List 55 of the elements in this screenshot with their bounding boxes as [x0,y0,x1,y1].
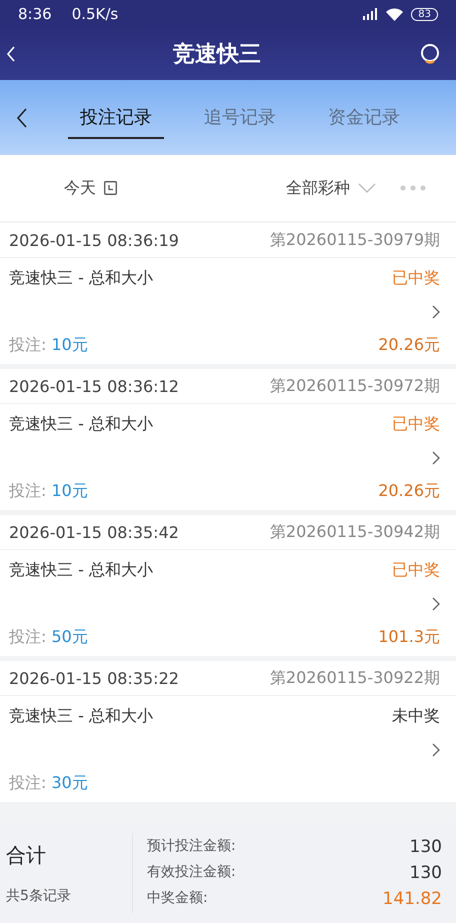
bet-time: 2026-01-15 08:35:42 [9,522,179,542]
signal-icon [362,8,378,20]
bet-label: 投注: [9,335,46,354]
record-card[interactable]: 2026-01-15 08:36:12 第20260115-30972期 竞速快三 - 总和大小 已中奖 投注: 10元 20.26元 [0,369,456,510]
result-status: 已中奖 [392,560,440,581]
lottery-filter[interactable]: 全部彩种 [282,174,380,202]
result-status: 已中奖 [392,414,440,435]
issue-number: 第20260115-30942期 [270,522,440,542]
chevron-right-icon [432,305,440,319]
payout-amount: 20.26元 [378,481,440,502]
summary-value: 130 [410,863,442,883]
payout-amount: 101.3元 [378,627,440,648]
result-status: 未中奖 [392,706,440,727]
calendar-icon [104,181,117,195]
issue-number: 第20260115-30972期 [270,376,440,396]
result-status: 已中奖 [392,268,440,289]
issue-number: 第20260115-30922期 [270,668,440,688]
back-icon[interactable] [16,108,28,128]
status-time: 8:36 [18,5,52,23]
tab[interactable]: 投注记录 [68,96,164,138]
battery-level: 83 [411,8,438,20]
bet-time: 2026-01-15 08:36:19 [9,230,179,250]
bet-label: 投注: [9,627,46,646]
summary-title: 合计 [6,842,47,868]
chevron-down-icon [358,183,376,193]
summary-label: 预计投注金额: [147,837,236,856]
page-title: 竞速快三 [173,41,261,69]
bet-time: 2026-01-15 08:35:22 [9,668,179,688]
bet-label: 投注: [9,773,46,792]
record-card[interactable]: 2026-01-15 08:36:19 第20260115-30979期 竞速快三 - 总和大小 已中奖 投注: 10元 20.26元 [0,223,456,364]
chevron-right-icon [432,597,440,611]
summary-label: 有效投注金额: [147,863,236,882]
bet-time: 2026-01-15 08:36:12 [9,376,179,396]
wifi-icon [386,8,404,20]
bet-amount: 10元 [51,335,88,354]
summary-label: 中奖金额: [147,889,208,908]
record-card[interactable]: 2026-01-15 08:35:42 第20260115-30942期 竞速快三 - 总和大小 已中奖 投注: 50元 101.3元 [0,515,456,656]
game-name: 竞速快三 - 总和大小 [9,414,153,435]
chevron-right-icon [432,743,440,757]
network-speed: 0.5K/s [72,5,118,23]
chevron-right-icon [432,451,440,465]
date-filter[interactable]: 今天 [60,174,121,202]
payout-amount: 20.26元 [378,335,440,356]
summary-value: 141.82 [382,889,442,909]
bet-amount: 10元 [51,481,88,500]
record-count: 共5条记录 [6,886,72,904]
bet-label: 投注: [9,481,46,500]
record-card[interactable]: 2026-01-15 08:35:22 第20260115-30922期 竞速快三 - 总和大小 未中奖 投注: 30元 [0,661,456,802]
game-name: 竞速快三 - 总和大小 [9,706,153,727]
game-name: 竞速快三 - 总和大小 [9,268,153,289]
bet-amount: 30元 [51,773,88,792]
game-name: 竞速快三 - 总和大小 [9,560,153,581]
issue-number: 第20260115-30979期 [270,230,440,250]
summary-value: 130 [410,837,442,857]
bet-amount: 50元 [51,627,88,646]
